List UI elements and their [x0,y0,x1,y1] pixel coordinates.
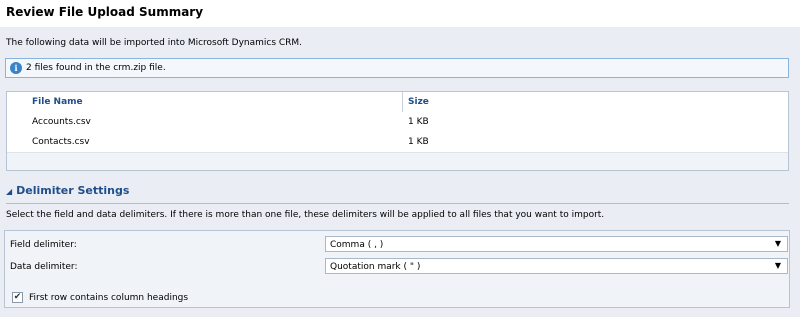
delimiter-settings-header[interactable]: ◢ Delimiter Settings [6,184,129,197]
collapse-triangle-icon[interactable]: ◢ [6,187,12,196]
table-row[interactable]: Accounts.csv 1 KB [7,112,788,133]
table-row[interactable]: Contacts.csv 1 KB [7,132,788,153]
field-delimiter-label: Field delimiter: [10,240,77,250]
table-header: File Name Size [7,92,788,113]
file-table: File Name Size Accounts.csv 1 KB Contact… [6,91,789,171]
page-title: Review File Upload Summary [6,5,204,19]
intro-text: The following data will be imported into… [6,38,303,48]
section-title: Delimiter Settings [16,184,130,197]
section-divider [6,203,789,204]
info-bar: i 2 files found in the crm.zip file. [5,58,789,78]
file-name-cell: Accounts.csv [32,117,91,127]
dropdown-arrow-icon[interactable]: ▼ [775,261,781,270]
page-header: Review File Upload Summary [0,0,800,27]
info-text: 2 files found in the crm.zip file. [26,63,166,73]
delimiter-description: Select the field and data delimiters. If… [6,210,605,220]
first-row-headings-label[interactable]: First row contains column headings [29,293,188,303]
file-name-cell: Contacts.csv [32,137,90,147]
delimiter-settings-panel: Field delimiter: Comma ( , ) ▼ Data deli… [4,230,790,308]
file-size-cell: 1 KB [408,137,429,147]
file-size-cell: 1 KB [408,117,429,127]
column-header-file-name[interactable]: File Name [32,97,83,107]
data-delimiter-value: Quotation mark ( " ) [330,262,421,272]
first-row-headings-checkbox[interactable]: ✔ [12,292,23,303]
column-header-size[interactable]: Size [408,97,429,107]
data-delimiter-select[interactable]: Quotation mark ( " ) ▼ [325,258,788,274]
column-divider [402,92,403,112]
field-delimiter-value: Comma ( , ) [330,240,384,250]
data-delimiter-label: Data delimiter: [10,262,78,272]
dropdown-arrow-icon[interactable]: ▼ [775,239,781,248]
field-delimiter-select[interactable]: Comma ( , ) ▼ [325,236,788,252]
info-icon: i [10,62,22,74]
